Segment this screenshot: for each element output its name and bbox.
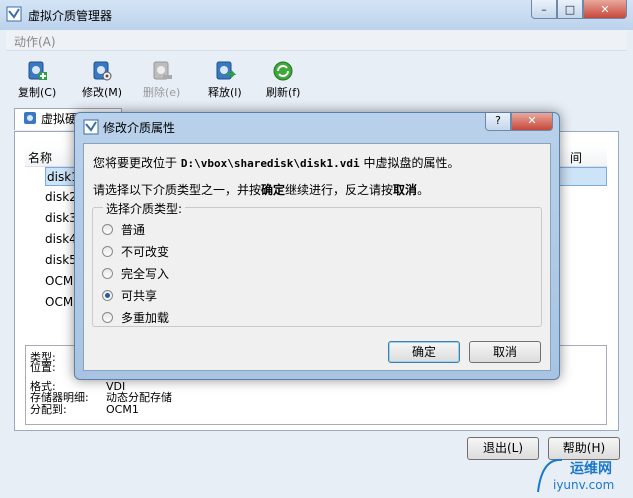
refresh-button[interactable]: 刷新(f) [266, 60, 300, 100]
modify-button[interactable]: 修改(M) [82, 60, 122, 100]
list-item[interactable]: OCM [45, 272, 73, 291]
delete-label: 删除(e) [143, 86, 181, 99]
instruction-part: 请选择以下介质类型之一，并按 [93, 183, 262, 197]
instruction-cancel-word: 取消 [393, 183, 418, 197]
instruction-ok-word: 确定 [261, 183, 286, 197]
list-item-name: OCM [45, 274, 74, 288]
radio-label: 普通 [121, 222, 146, 237]
list-item-name: disk4 [45, 232, 77, 246]
watermark-brand: 运维网 [570, 461, 612, 477]
refresh-label: 刷新(f) [266, 86, 301, 99]
radio-label: 多重加载 [121, 310, 170, 325]
message-suffix: 中虚拟盘的属性。 [363, 156, 460, 170]
info-location-label: 位置: [30, 361, 56, 374]
radio-indicator-selected [102, 289, 113, 301]
list-item[interactable]: disk5 [45, 251, 77, 270]
message-prefix: 您将要更改位于 [93, 156, 178, 170]
delete-button[interactable]: 删除(e) [143, 60, 180, 100]
ok-button[interactable]: 确定 [388, 341, 460, 363]
radio-multiattach[interactable]: 多重加载 [102, 309, 169, 325]
dialog-close-button[interactable]: ✕ [511, 113, 553, 131]
dialog-body: 您将要更改位于 D:\vbox\sharedisk\disk1.vdi 中虚拟盘… [83, 143, 551, 371]
column-time-header[interactable]: 间 [570, 149, 582, 166]
media-type-group-label: 选择介质类型: [103, 200, 186, 217]
delete-disk-icon [153, 61, 172, 80]
window-titlebar[interactable]: 虚拟介质管理器 – □ ✕ [0, 0, 633, 30]
radio-indicator [102, 245, 113, 257]
dialog-message-line1: 您将要更改位于 D:\vbox\sharedisk\disk1.vdi 中虚拟盘… [93, 154, 460, 171]
hard-disk-icon [24, 112, 36, 124]
column-name-header[interactable]: 名称 [28, 149, 52, 166]
copy-disk-icon [28, 61, 48, 80]
disk-path: D:\vbox\sharedisk\disk1.vdi [180, 157, 360, 170]
info-attached-label: 分配到: [30, 403, 67, 416]
modify-media-dialog: 修改介质属性 ? ✕ 您将要更改位于 D:\vbox\sharedisk\dis… [74, 112, 560, 380]
list-item-name: disk3 [45, 211, 77, 225]
modify-disk-icon [93, 61, 112, 81]
release-button[interactable]: 释放(l) [208, 60, 242, 100]
close-button[interactable]: ✕ [583, 0, 627, 19]
radio-immutable[interactable]: 不可改变 [102, 243, 169, 259]
list-item[interactable]: disk3 [45, 209, 77, 228]
info-storage-label: 存储器明细: [30, 391, 89, 404]
radio-indicator [102, 311, 113, 323]
info-attached-value: OCM1 [106, 403, 139, 416]
refresh-icon [273, 61, 293, 81]
media-type-group: 选择介质类型: 普通 不可改变 完全写入 可共享 多重加载 [92, 200, 542, 327]
radio-indicator [102, 223, 113, 235]
dialog-message-line2: 请选择以下介质类型之一，并按确定继续进行，反之请按取消。 [93, 181, 429, 198]
instruction-part: 。 [417, 183, 430, 197]
cancel-button[interactable]: 取消 [469, 341, 541, 363]
release-label: 释放(l) [208, 86, 242, 99]
release-disk-icon [216, 61, 236, 80]
radio-normal[interactable]: 普通 [102, 221, 145, 237]
instruction-part: 继续进行，反之请按 [285, 183, 394, 197]
watermark-url: iyunv.com [553, 478, 615, 492]
menu-action[interactable]: 动作(A) [14, 33, 56, 50]
copy-label: 复制(C) [18, 86, 57, 99]
dialog-title: 修改介质属性 [103, 121, 176, 135]
list-item[interactable]: disk4 [45, 230, 77, 249]
list-item[interactable]: disk2 [45, 188, 77, 207]
list-item-name: disk2 [45, 190, 77, 204]
app-icon [6, 6, 22, 22]
minimize-button[interactable]: – [531, 0, 557, 19]
maximize-button[interactable]: □ [557, 0, 583, 19]
radio-indicator [102, 267, 113, 279]
dialog-app-icon [83, 119, 99, 135]
radio-label: 不可改变 [121, 244, 170, 259]
dialog-help-button[interactable]: ? [485, 113, 511, 131]
list-item-name: disk5 [45, 253, 77, 267]
list-item[interactable]: OCM [45, 293, 73, 312]
radio-writethrough[interactable]: 完全写入 [102, 265, 169, 281]
copy-button[interactable]: 复制(C) [18, 60, 56, 100]
list-item-name: OCM [45, 295, 74, 309]
modify-label: 修改(M) [82, 86, 123, 99]
window-title: 虚拟介质管理器 [28, 9, 113, 23]
menubar: 动作(A) [6, 30, 627, 51]
info-storage-value: 动态分配存储 [106, 391, 172, 404]
toolbar: 复制(C) 修改(M) 删除(e) 释放(l) 刷新(f) [6, 56, 627, 102]
radio-label: 可共享 [121, 288, 158, 303]
radio-shareable[interactable]: 可共享 [102, 287, 157, 303]
radio-label: 完全写入 [121, 266, 170, 281]
